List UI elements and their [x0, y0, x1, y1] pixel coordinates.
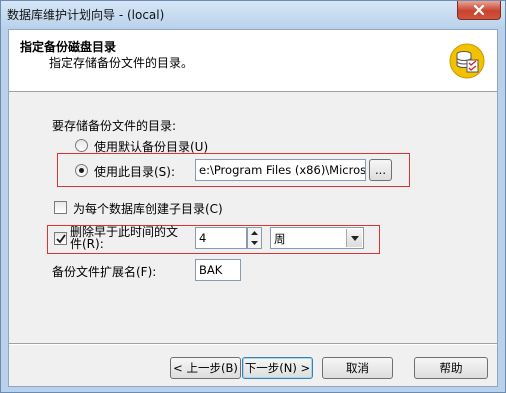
- wizard-client-area: 指定备份磁盘目录 指定存储备份文件的目录。 要存储备份文件的目录: 使用默认备份…: [8, 29, 498, 387]
- directory-section-label: 要存储备份文件的目录:: [52, 119, 177, 133]
- next-button[interactable]: 下一步(N) >: [242, 357, 313, 379]
- back-button[interactable]: < 上一步(B): [170, 357, 241, 379]
- delete-unit-select[interactable]: 周: [270, 227, 364, 249]
- close-icon: [473, 5, 485, 15]
- checkmark-icon: [56, 234, 66, 244]
- spin-up-icon[interactable]: [248, 228, 261, 238]
- browse-button[interactable]: ...: [369, 159, 392, 181]
- extension-label: 备份文件扩展名(F):: [52, 265, 157, 279]
- page-title: 指定备份磁盘目录: [20, 40, 117, 54]
- radio-custom-directory-label[interactable]: 使用此目录(S):: [94, 163, 175, 180]
- page-subtitle: 指定存储备份文件的目录。: [49, 56, 194, 70]
- backup-database-icon: [449, 43, 485, 79]
- delete-old-files-label-line2[interactable]: 件(R):: [70, 238, 104, 250]
- directory-input[interactable]: e:\Program Files (x86)\Microsoft SQL: [195, 159, 366, 181]
- close-button[interactable]: [457, 1, 501, 20]
- delete-age-input[interactable]: 4: [195, 227, 247, 249]
- delete-old-files-checkbox[interactable]: [54, 232, 67, 245]
- title-bar[interactable]: 数据库维护计划向导 - (local): [1, 1, 505, 27]
- radio-default-directory[interactable]: [75, 139, 88, 152]
- help-button[interactable]: 帮助: [414, 357, 488, 379]
- delete-age-spinner[interactable]: [247, 227, 262, 249]
- radio-custom-directory[interactable]: [75, 164, 88, 177]
- extension-input[interactable]: BAK: [195, 259, 241, 281]
- subdir-checkbox[interactable]: [54, 201, 67, 214]
- wizard-header: 指定备份磁盘目录 指定存储备份文件的目录。: [9, 30, 497, 92]
- wizard-window: 数据库维护计划向导 - (local) 指定备份磁盘目录 指定存储备份文件的目录…: [0, 0, 506, 393]
- cancel-button[interactable]: 取消: [322, 357, 393, 379]
- spin-down-icon[interactable]: [248, 238, 261, 248]
- radio-selected-dot: [79, 168, 84, 173]
- window-title: 数据库维护计划向导 - (local): [7, 8, 165, 22]
- radio-default-directory-label[interactable]: 使用默认备份目录(U): [94, 138, 208, 155]
- subdir-checkbox-label[interactable]: 为每个数据库创建子目录(C): [73, 200, 223, 217]
- delete-unit-value: 周: [274, 232, 286, 246]
- chevron-down-icon[interactable]: [346, 229, 362, 247]
